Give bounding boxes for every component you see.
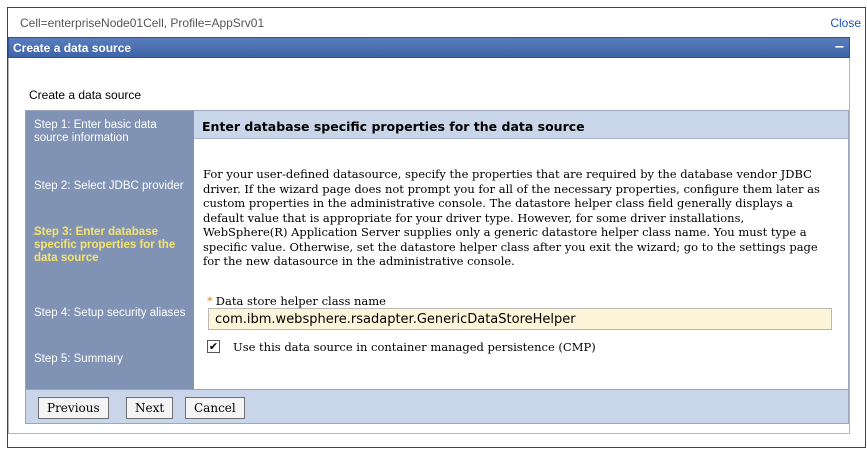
step-5[interactable]: Step 5: Summary [34, 353, 188, 366]
step-1[interactable]: Step 1: Enter basic data source informat… [34, 119, 188, 145]
close-link[interactable]: Close [830, 16, 861, 30]
wizard-content: Enter database specific properties for t… [194, 111, 848, 389]
content-header: Enter database specific properties for t… [194, 111, 848, 139]
previous-button[interactable]: Previous [38, 397, 109, 419]
description-text: For your user-defined datasource, specif… [203, 167, 820, 268]
cancel-button[interactable]: Cancel [185, 397, 245, 419]
helper-class-label: * Data store helper class name [207, 294, 386, 308]
panel-header: Create a data source − [8, 37, 850, 58]
next-button[interactable]: Next [126, 397, 174, 419]
button-bar: Previous Next Cancel [26, 389, 848, 423]
content-title: Enter database specific properties for t… [202, 119, 585, 134]
step-2[interactable]: Step 2: Select JDBC provider [34, 180, 188, 193]
wizard-label: Create a data source [29, 88, 142, 102]
wizard-steps: Step 1: Enter basic data source informat… [26, 111, 194, 389]
panel-title: Create a data source [13, 41, 132, 55]
required-marker-icon: * [207, 294, 213, 308]
step-3-label: Step 3: Enter database specific properti… [34, 226, 176, 264]
helper-class-label-text: Data store helper class name [215, 294, 386, 308]
cmp-checkbox[interactable]: ✔ [207, 340, 220, 353]
step-4[interactable]: Step 4: Setup security aliases [34, 307, 188, 320]
helper-class-input[interactable] [208, 308, 832, 330]
cell-profile-text: Cell=enterpriseNode01Cell, Profile=AppSr… [20, 16, 265, 30]
cmp-label: Use this data source in container manage… [233, 340, 596, 354]
collapse-icon[interactable]: − [833, 39, 846, 56]
top-bar: Cell=enterpriseNode01Cell, Profile=AppSr… [8, 8, 865, 36]
